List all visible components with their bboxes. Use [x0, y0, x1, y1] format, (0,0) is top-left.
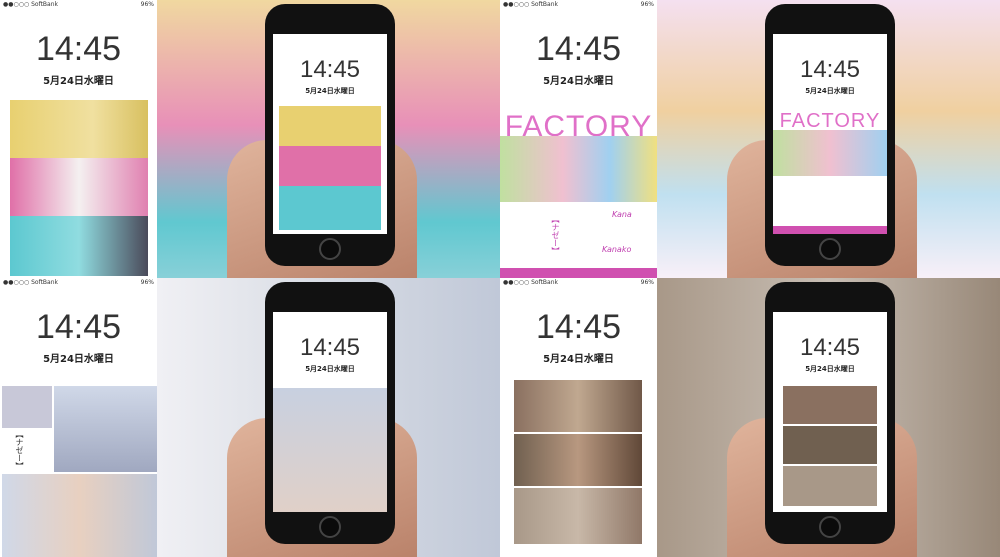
lock-date: 5月24日水曜日 [43, 354, 114, 365]
lock-time: 14:45 [299, 56, 361, 83]
lock-time: 14:45 [35, 308, 122, 346]
lock-date: 5月24日水曜日 [543, 354, 614, 365]
home-button [319, 238, 341, 260]
phone-mockup-1: 14:45 5月24日水曜日 [157, 0, 500, 278]
photo-cyan [10, 216, 148, 276]
wallpaper-preview-2: ●●○○○ SoftBank 96% 14:45 5月24日水曜日 FACTORY… [500, 0, 657, 278]
lock-time: 14:45 [535, 308, 622, 346]
phone-mockup-4: 14:45 5月24日水曜日 [657, 278, 1000, 557]
signature: Kanako [602, 245, 632, 254]
lock-time: 14:45 [799, 56, 861, 83]
lock-time: 14:45 [35, 30, 122, 68]
wallpaper-preview-3: ●●○○○ SoftBank 96% 14:45 5月24日水曜日 【ナゼー】 [0, 278, 157, 557]
lock-date: 5月24日水曜日 [805, 87, 855, 95]
phone: 14:45 5月24日水曜日 [265, 4, 395, 266]
phone-mockup-3: 14:45 5月24日水曜日 [157, 278, 500, 557]
lock-time: 14:45 [535, 30, 622, 68]
battery: 96% [140, 1, 154, 8]
lock-date: 5月24日水曜日 [543, 76, 614, 87]
status-bar: ●●○○○ SoftBank 96% [0, 0, 157, 10]
signature: Kana [612, 210, 632, 219]
song-title: 【ナゼー】 [15, 430, 24, 470]
photo-yellow [10, 100, 148, 158]
carrier: ●●○○○ SoftBank [3, 1, 58, 8]
group-photo [500, 136, 657, 202]
carrier: ●●○○○ SoftBank [503, 279, 558, 286]
battery: 96% [640, 1, 654, 8]
lock-time: 14:45 [299, 334, 361, 361]
song-title: 【ナゼー】 [551, 215, 560, 255]
photo-pink [10, 158, 148, 216]
lock-date: 5月24日水曜日 [805, 365, 855, 373]
wallpaper-preview-4: ●●○○○ SoftBank 96% 14:45 5月24日水曜日 [500, 278, 657, 557]
lock-date: 5月24日水曜日 [43, 76, 114, 87]
magenta-bar [500, 268, 657, 278]
phone-screen: 14:45 5月24日水曜日 [273, 34, 387, 234]
carrier: ●●○○○ SoftBank [503, 1, 558, 8]
phone: 14:45 5月24日水曜日 [765, 282, 895, 544]
battery: 96% [640, 279, 654, 286]
phone-mockup-2: 14:45 5月24日水曜日 FACTORY [657, 0, 1000, 278]
lock-date: 5月24日水曜日 [305, 365, 355, 373]
phone: 14:45 5月24日水曜日 [265, 282, 395, 544]
wallpaper-preview-1: ●●○○○ SoftBank 96% 14:45 5月24日水曜日 [0, 0, 157, 278]
phone: 14:45 5月24日水曜日 FACTORY [765, 4, 895, 266]
lock-time: 14:45 [799, 334, 861, 361]
lock-date: 5月24日水曜日 [305, 87, 355, 95]
carrier: ●●○○○ SoftBank [3, 279, 58, 286]
battery: 96% [140, 279, 154, 286]
